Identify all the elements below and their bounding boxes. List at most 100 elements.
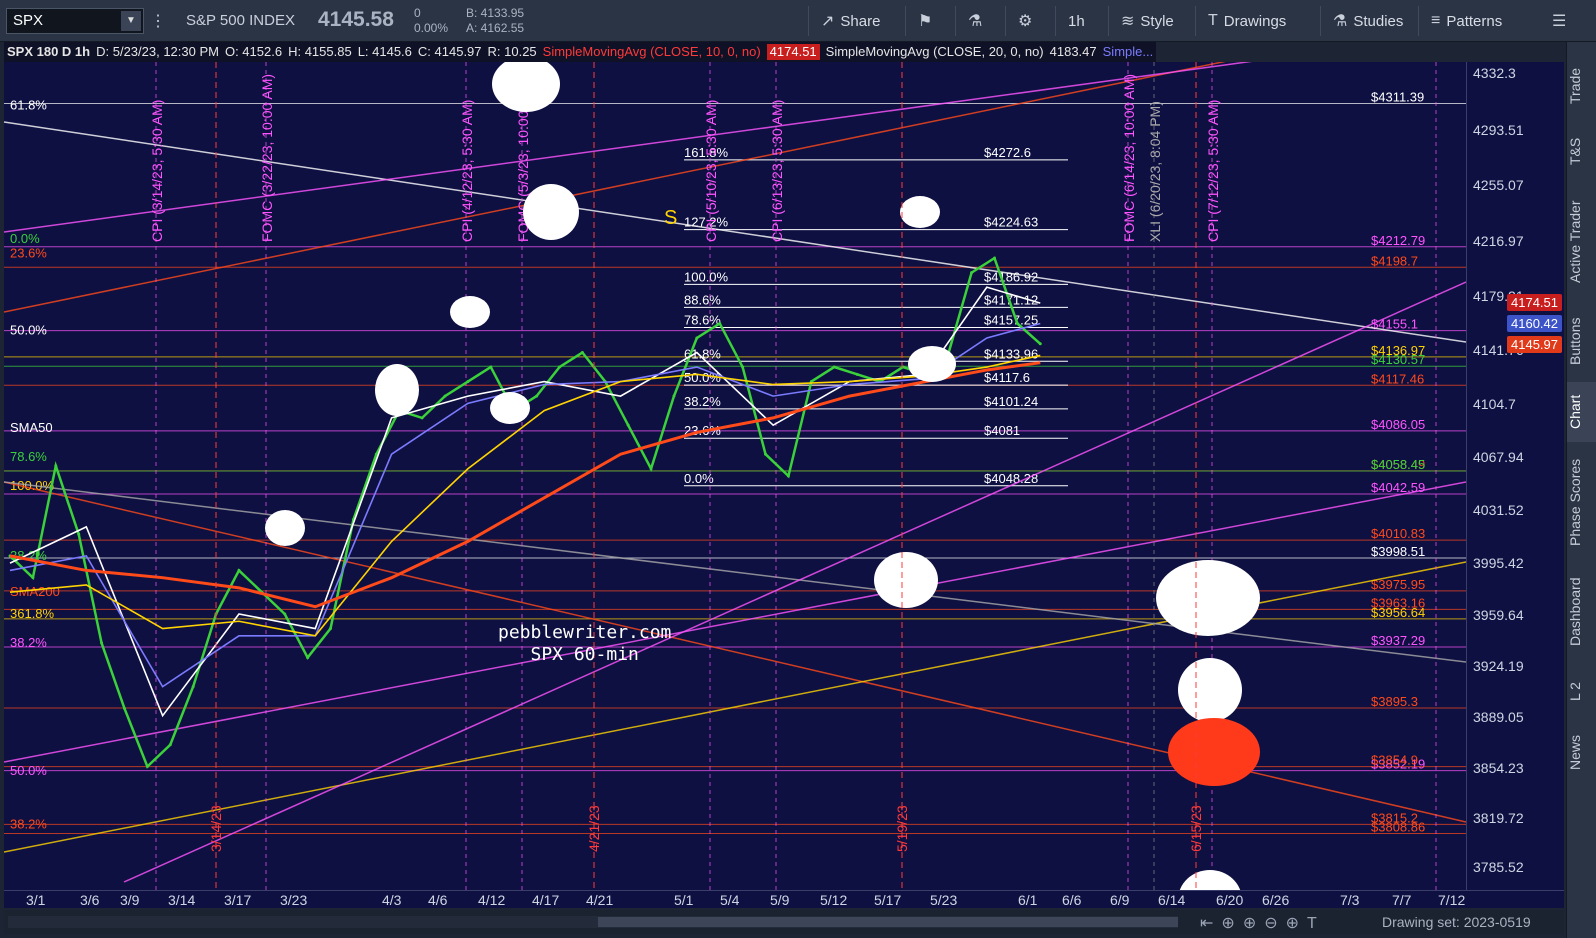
price-tick-3: 4216.97	[1473, 232, 1524, 249]
crosshair-icon[interactable]: ⊕	[1221, 915, 1242, 932]
sma20-label[interactable]: SimpleMovingAvg (CLOSE, 20, 0, no)	[826, 44, 1044, 60]
drawings-button[interactable]: T Drawings	[1195, 6, 1286, 36]
trend-line-0	[4, 62, 1227, 313]
price-point-18	[420, 416, 424, 420]
chart-scrollbar[interactable]: ⇤⊕⊕⊖⊕T Drawing set: 2023-0519	[4, 910, 1564, 934]
date-marker-0: 3/14/23	[208, 805, 224, 852]
lab-button[interactable]: ⚗	[955, 6, 982, 36]
price-point-1	[31, 576, 35, 580]
pan-icon[interactable]: ⊕	[1286, 915, 1307, 932]
side-tab-buttons[interactable]: Buttons	[1567, 306, 1596, 376]
price-point-8	[191, 685, 195, 689]
level-label-19: $3854.9	[1371, 753, 1418, 768]
menu-button[interactable]: ☰	[1540, 6, 1566, 36]
text-tool-icon[interactable]: T	[1307, 915, 1325, 932]
studies-button[interactable]: ⚗ Studies	[1320, 6, 1403, 36]
change-block: 0 0.00%	[414, 6, 448, 36]
scroll-thumb[interactable]	[598, 917, 1178, 927]
symbol-dropdown-icon[interactable]: ▼	[121, 11, 141, 31]
price-point-19	[443, 394, 447, 398]
timeframe-button[interactable]: 1h	[1055, 6, 1103, 36]
annotation-ellipse-10	[1178, 658, 1242, 722]
bar-high: H: 4155.85	[288, 44, 352, 59]
sma20-value: 4183.47	[1049, 44, 1097, 59]
date-tick-20: 6/14	[1158, 892, 1186, 908]
event-label-8: CPI (7/12/23, 5:30 AM)	[1205, 100, 1221, 242]
chart-plot[interactable]: $4311.39 $4212.79 $4198.7 $4155.1 $4136.97 $4…	[4, 62, 1466, 890]
change-value: 0	[414, 6, 421, 20]
price-point-7	[168, 743, 172, 747]
price-point-30	[695, 336, 699, 340]
sma10-label[interactable]: SimpleMovingAvg (CLOSE, 10, 0, no)	[543, 44, 761, 60]
price-point-3	[77, 532, 81, 536]
flask-icon: ⚗	[1333, 13, 1348, 30]
fib-value-5: $4133.96	[984, 346, 1038, 361]
side-tab-l-2[interactable]: L 2	[1567, 667, 1596, 717]
fib-value-4: $4157.25	[984, 312, 1038, 327]
price-axis[interactable]: 4332.3 4293.51 4255.07 4216.97 4179.21 4141.7…	[1466, 62, 1564, 890]
more-studies[interactable]: Simple...	[1103, 44, 1154, 60]
share-button[interactable]: ↗ Share	[808, 6, 880, 36]
side-tab-trade[interactable]: Trade	[1567, 56, 1596, 116]
date-tick-1: 3/6	[80, 892, 100, 908]
scroll-controls[interactable]: ⇤⊕⊕⊖⊕T	[1200, 913, 1325, 933]
left-level-label-3: 50.0%	[10, 323, 47, 338]
annotation-ellipse-2	[450, 296, 490, 328]
price-tick-11: 3924.19	[1473, 658, 1524, 675]
side-tab-dashboard[interactable]: Dashboard	[1567, 562, 1596, 662]
price-tick-7: 4067.94	[1473, 449, 1524, 466]
price-point-27	[626, 423, 630, 427]
fib-pct-7: 38.2%	[684, 394, 721, 409]
left-level-label-12: 38.2%	[10, 817, 47, 832]
last-price: 4145.58	[318, 8, 394, 31]
ask: A: 4162.55	[466, 21, 525, 35]
annotation-ellipse-4	[490, 392, 530, 424]
date-axis[interactable]: 3/1 3/6 3/9 3/14 3/17 3/23 4/3 4/6 4/12 4/17 4/21 5…	[4, 890, 1564, 908]
date-tick-8: 4/12	[478, 892, 506, 908]
symbol-field[interactable]: SPX ▼	[6, 8, 144, 34]
date-tick-2: 3/9	[120, 892, 140, 908]
side-tab-active-trader[interactable]: Active Trader	[1567, 182, 1596, 302]
side-tab-chart[interactable]: Chart	[1567, 382, 1596, 442]
bar-date: D: 5/23/23, 12:30 PM	[96, 44, 219, 59]
event-label-5: CPI (6/13/23, 5:30 AM)	[769, 100, 785, 242]
price-point-37	[855, 372, 859, 376]
event-label-2: CPI (4/12/23, 5:30 AM)	[459, 100, 475, 242]
left-level-label-2: 23.6%	[10, 246, 47, 261]
link-icon[interactable]: ⋮	[150, 6, 166, 36]
date-tick-4: 3/17	[224, 892, 252, 908]
price-tick-1: 4293.51	[1473, 121, 1524, 138]
bar-range: R: 10.25	[487, 44, 537, 59]
side-tab-phase-scores[interactable]: Phase Scores	[1567, 447, 1596, 557]
price-point-43	[992, 256, 996, 260]
price-point-42	[970, 271, 974, 275]
date-tick-21: 6/20	[1216, 892, 1244, 908]
annotation-ellipse-3	[375, 364, 419, 416]
price-point-28	[649, 467, 653, 471]
level-label-2: $4198.7	[1371, 253, 1418, 268]
price-point-21	[489, 365, 493, 369]
bar-open: O: 4152.6	[224, 44, 283, 59]
price-point-6	[145, 765, 149, 769]
style-button[interactable]: ≋ Style	[1108, 6, 1174, 36]
price-tick-8: 4031.52	[1473, 502, 1524, 519]
side-tab-news[interactable]: News	[1567, 722, 1596, 782]
fib-pct-3: 88.6%	[684, 292, 721, 307]
side-tab-t-s[interactable]: T&S	[1567, 126, 1596, 176]
fit-icon[interactable]: ⇤	[1200, 915, 1221, 932]
zoom-in-icon[interactable]: ⊕	[1243, 915, 1264, 932]
target-ellipse	[1168, 718, 1260, 786]
flag-button[interactable]: ⚑	[905, 6, 932, 36]
settings-button[interactable]: ⚙	[1005, 6, 1032, 36]
scroll-track[interactable]	[8, 916, 1178, 928]
annotation-ellipse-8	[874, 552, 938, 608]
price-point-5	[122, 706, 126, 710]
share-icon: ↗	[821, 13, 835, 30]
chart-svg[interactable]: $4311.39$4212.79$4198.7$4155.1$4136.97$4…	[4, 62, 1466, 890]
drawing-set[interactable]: Drawing set: 2023-0519	[1382, 914, 1531, 930]
price-point-20	[466, 380, 470, 384]
zoom-out-icon[interactable]: ⊖	[1264, 915, 1285, 932]
price-point-34	[786, 474, 790, 478]
patterns-button[interactable]: ≡ Patterns	[1418, 6, 1502, 36]
bar-close: C: 4145.97	[417, 44, 482, 59]
